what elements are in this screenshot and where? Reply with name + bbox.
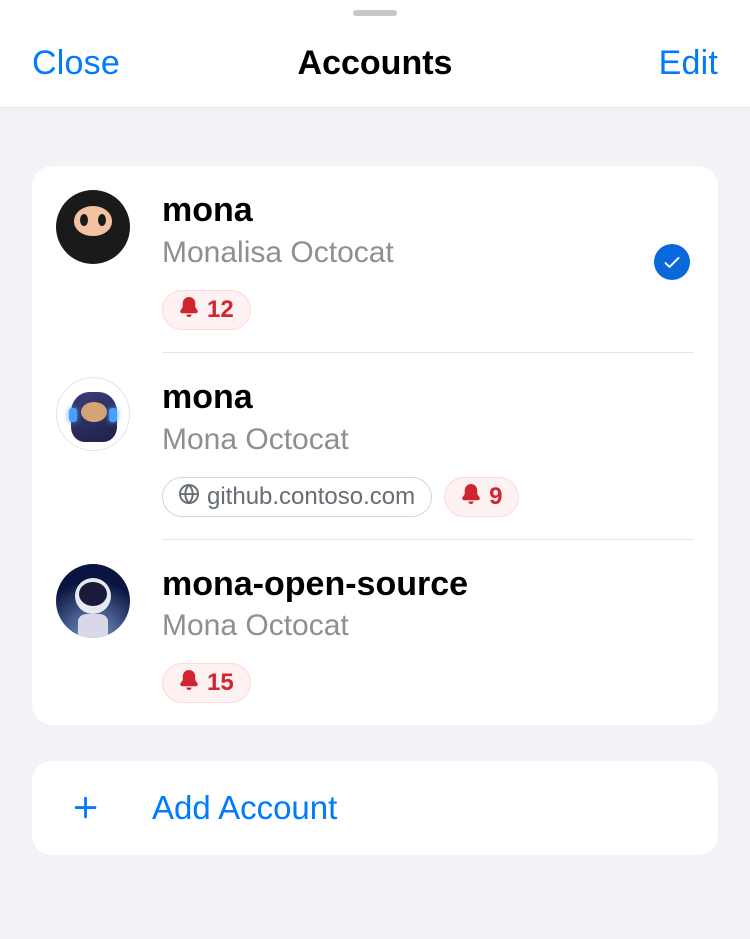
badges-row: 15 — [162, 663, 694, 703]
avatar — [56, 190, 130, 264]
account-row[interactable]: mona Monalisa Octocat 12 — [32, 166, 718, 353]
notification-badge[interactable]: 12 — [162, 290, 251, 330]
account-fullname: Monalisa Octocat — [162, 233, 694, 272]
close-button[interactable]: Close — [32, 44, 120, 83]
notification-badge[interactable]: 9 — [444, 477, 519, 517]
notification-count: 12 — [207, 296, 234, 324]
notification-badge[interactable]: 15 — [162, 663, 251, 703]
badges-row: 12 — [162, 290, 694, 330]
notification-count: 9 — [489, 483, 502, 511]
avatar — [56, 377, 130, 451]
account-row[interactable]: mona-open-source Mona Octocat 15 — [32, 540, 718, 726]
account-details: mona Mona Octocat github.contoso.com 9 — [162, 377, 694, 540]
globe-icon — [179, 483, 199, 511]
navigation-bar: Close Accounts Edit — [0, 0, 750, 108]
server-url: github.contoso.com — [207, 483, 415, 511]
active-checkmark-icon — [654, 244, 690, 280]
badges-row: github.contoso.com 9 — [162, 477, 694, 517]
add-account-label: Add Account — [152, 789, 337, 827]
bell-icon — [461, 483, 481, 511]
plus-icon — [68, 790, 104, 826]
sheet-grabber[interactable] — [353, 10, 397, 16]
account-fullname: Mona Octocat — [162, 420, 694, 459]
account-details: mona Monalisa Octocat 12 — [162, 190, 694, 353]
edit-button[interactable]: Edit — [659, 44, 718, 83]
avatar — [56, 564, 130, 638]
accounts-list: mona Monalisa Octocat 12 — [32, 166, 718, 725]
account-username: mona — [162, 377, 694, 418]
account-row[interactable]: mona Mona Octocat github.contoso.com 9 — [32, 353, 718, 540]
add-account-button[interactable]: Add Account — [32, 761, 718, 855]
notification-count: 15 — [207, 669, 234, 697]
account-details: mona-open-source Mona Octocat 15 — [162, 564, 694, 726]
bell-icon — [179, 296, 199, 324]
account-username: mona — [162, 190, 694, 231]
page-title: Accounts — [298, 44, 453, 83]
bell-icon — [179, 669, 199, 697]
account-username: mona-open-source — [162, 564, 694, 605]
account-fullname: Mona Octocat — [162, 606, 694, 645]
content-area: mona Monalisa Octocat 12 — [0, 108, 750, 887]
server-badge[interactable]: github.contoso.com — [162, 477, 432, 517]
